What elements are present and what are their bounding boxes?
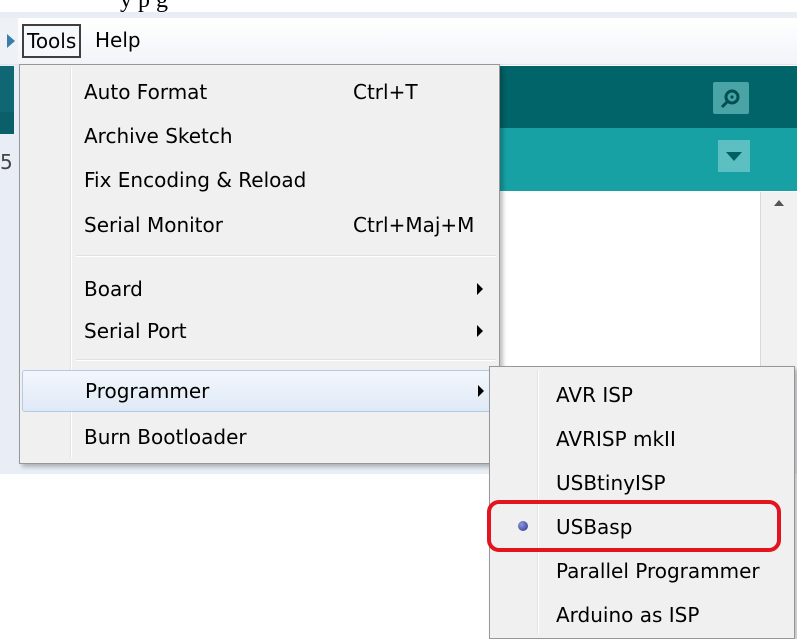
submenu-item-label: Arduino as ISP <box>556 603 700 627</box>
menu-item-label: Programmer <box>85 379 210 403</box>
magnifier-icon <box>720 89 740 109</box>
menu-item-label: Serial Monitor <box>84 213 223 237</box>
menu-item-label: Serial Port <box>84 319 187 343</box>
submenu-arrow-icon <box>477 325 483 337</box>
menu-separator <box>76 359 496 361</box>
menu-item-serial-port[interactable]: Serial Port <box>20 311 499 351</box>
ide-toolbar <box>492 66 797 128</box>
programmer-item-arduino-as-isp[interactable]: Arduino as ISP <box>490 594 794 634</box>
menu-item-archive-sketch[interactable]: Archive Sketch <box>20 116 499 156</box>
scroll-up-icon[interactable] <box>774 200 784 206</box>
tools-dropdown-menu: Auto Format Ctrl+T Archive Sketch Fix En… <box>19 64 500 464</box>
submenu-item-label: AVR ISP <box>556 383 633 407</box>
submenu-item-label: AVRISP mkII <box>556 427 676 451</box>
menu-item-label: Fix Encoding & Reload <box>84 168 307 192</box>
triangle-down-icon <box>726 151 742 161</box>
submenu-item-label: Parallel Programmer <box>556 559 760 583</box>
menu-item-label: Auto Format <box>84 80 208 104</box>
ide-tab-bar <box>492 128 797 191</box>
programmer-item-avr-isp[interactable]: AVR ISP <box>490 374 794 414</box>
highlight-annotation-box <box>487 500 781 552</box>
menu-item-board[interactable]: Board <box>20 269 499 309</box>
submenu-item-label: USBtinyISP <box>556 471 666 495</box>
menu-item-programmer[interactable]: Programmer <box>22 370 497 412</box>
tab-menu-button[interactable] <box>718 140 750 172</box>
submenu-arrow-icon <box>477 283 483 295</box>
menu-help[interactable]: Help <box>92 24 144 56</box>
menu-item-shortcut: Ctrl+T <box>353 80 418 104</box>
programmer-item-avrisp-mkii[interactable]: AVRISP mkII <box>490 418 794 458</box>
menu-item-fix-encoding[interactable]: Fix Encoding & Reload <box>20 160 499 200</box>
vertical-scrollbar[interactable] <box>760 192 797 374</box>
menu-item-label: Archive Sketch <box>84 124 233 148</box>
left-text-fragment: 5 <box>0 150 13 174</box>
menubar-edge-arrow-icon <box>0 18 18 64</box>
menu-item-auto-format[interactable]: Auto Format Ctrl+T <box>20 72 499 112</box>
left-tabbar-fragment <box>0 112 14 134</box>
submenu-arrow-icon <box>478 385 484 397</box>
menu-item-shortcut: Ctrl+Maj+M <box>353 213 475 237</box>
menu-tools[interactable]: Tools <box>22 24 82 58</box>
menu-item-label: Board <box>84 277 143 301</box>
menu-item-serial-monitor[interactable]: Serial Monitor Ctrl+Maj+M <box>20 205 499 245</box>
programmer-item-usbtinyisp[interactable]: USBtinyISP <box>490 462 794 502</box>
menu-separator <box>76 255 496 257</box>
programmer-item-parallel[interactable]: Parallel Programmer <box>490 550 794 590</box>
menu-item-burn-bootloader[interactable]: Burn Bootloader <box>20 417 499 457</box>
serial-monitor-button[interactable] <box>713 82 749 114</box>
menu-item-label: Burn Bootloader <box>84 425 247 449</box>
